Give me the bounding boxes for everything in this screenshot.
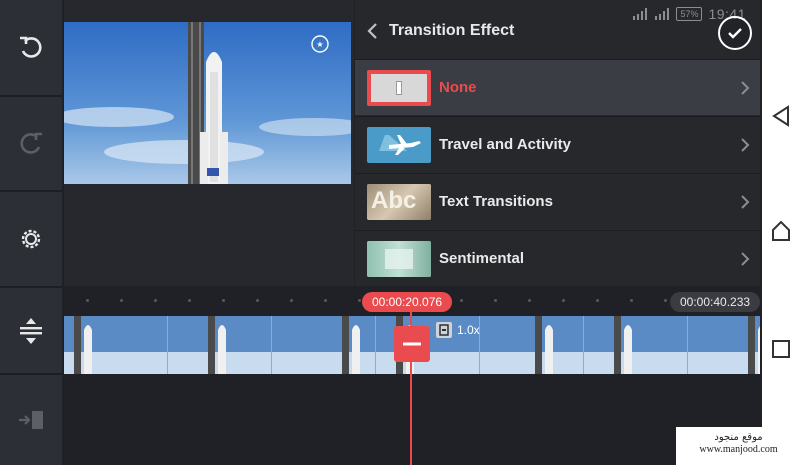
redo-icon <box>20 132 42 154</box>
preview-frame: ★ <box>64 22 351 184</box>
ruler-tick <box>460 299 463 302</box>
timeline[interactable]: 00:00:20.076 00:00:40.233 1.0x <box>64 288 761 465</box>
signal-icon <box>655 8 670 20</box>
chevron-right-icon <box>741 138 750 152</box>
clip-thumbnail <box>584 316 688 374</box>
chevron-left-icon[interactable] <box>365 22 379 40</box>
effect-thumb-sentimental <box>367 241 431 277</box>
clip-thumbnail <box>64 316 168 374</box>
signal-icon <box>633 8 648 20</box>
transition-effect-panel: Transition Effect 57% 19:41 None Travel … <box>355 0 760 286</box>
effect-label: Text Transitions <box>439 193 553 210</box>
abc-thumb-text: Abc <box>371 187 417 214</box>
effect-row-travel[interactable]: Travel and Activity <box>355 116 760 172</box>
clip-thumbnail <box>272 316 376 374</box>
rocket-scene-image: ★ <box>64 22 351 184</box>
gear-icon <box>21 229 41 249</box>
clip-thumbnail <box>168 316 272 374</box>
recent-apps-icon[interactable] <box>770 338 792 360</box>
effect-thumb-none <box>367 70 431 106</box>
undo-button[interactable] <box>0 0 62 97</box>
ruler-tick <box>358 299 361 302</box>
back-triangle-icon[interactable] <box>770 104 792 128</box>
ruler-tick <box>256 299 259 302</box>
track-in-icon <box>19 411 43 429</box>
chevron-right-icon <box>741 195 750 209</box>
split-clip-button[interactable] <box>394 326 430 362</box>
ruler-tick <box>154 299 157 302</box>
ruler-tick <box>528 299 531 302</box>
check-icon <box>728 28 742 39</box>
chevron-right-icon <box>741 252 750 266</box>
ruler-tick <box>222 299 225 302</box>
watermark-url: www.manjood.com <box>699 444 778 455</box>
ruler-tick <box>188 299 191 302</box>
undo-icon <box>20 36 42 58</box>
ruler-tick <box>290 299 293 302</box>
effect-row-sentimental[interactable]: Sentimental <box>355 230 760 286</box>
ruler-tick <box>494 299 497 302</box>
clip-thumbnail <box>480 316 584 374</box>
home-icon[interactable] <box>770 219 792 243</box>
speed-value: 1.0x <box>457 323 480 337</box>
battery-indicator: 57% <box>676 7 703 21</box>
current-time: 00:00:20.076 <box>362 292 453 312</box>
kinemaster-editor: ★ Transition Effect 57% 19:41 None Trave… <box>0 0 801 465</box>
effect-row-none[interactable]: None <box>355 59 760 115</box>
expand-timeline-button[interactable] <box>0 288 62 375</box>
ruler-tick <box>596 299 599 302</box>
settings-button[interactable] <box>0 192 62 288</box>
video-preview[interactable]: ★ <box>64 0 354 286</box>
effect-label: Travel and Activity <box>439 136 571 153</box>
expand-vertical-icon <box>20 317 42 344</box>
confirm-button[interactable] <box>718 16 752 50</box>
effect-label: Sentimental <box>439 250 525 267</box>
redo-button[interactable] <box>0 97 62 192</box>
ruler-tick <box>562 299 565 302</box>
minus-icon <box>403 342 421 346</box>
airplane-icon <box>379 135 421 155</box>
effect-thumb-travel <box>367 127 431 163</box>
total-time: 00:00:40.233 <box>670 292 761 312</box>
effect-thumb-text: Abc <box>367 184 431 220</box>
ruler-tick <box>630 299 633 302</box>
track-button[interactable] <box>0 375 62 465</box>
ruler-tick <box>86 299 89 302</box>
panel-header: Transition Effect 57% 19:41 <box>355 0 760 58</box>
android-navigation-bar <box>762 0 801 465</box>
watermark-arabic: موقع منجود <box>714 432 763 443</box>
left-toolbar <box>0 0 62 465</box>
clip-thumbnail <box>688 316 760 374</box>
film-icon <box>436 322 452 338</box>
chevron-right-icon <box>741 81 750 95</box>
ruler-tick <box>664 299 667 302</box>
ruler-tick <box>324 299 327 302</box>
ruler-tick <box>120 299 123 302</box>
svg-text:★: ★ <box>316 40 323 49</box>
site-watermark: موقع منجود www.manjood.com <box>676 427 801 465</box>
clip-speed-badge: 1.0x <box>436 322 480 338</box>
effect-label: None <box>439 79 477 96</box>
effect-row-text[interactable]: Abc Text Transitions <box>355 173 760 229</box>
panel-title: Transition Effect <box>389 22 515 39</box>
